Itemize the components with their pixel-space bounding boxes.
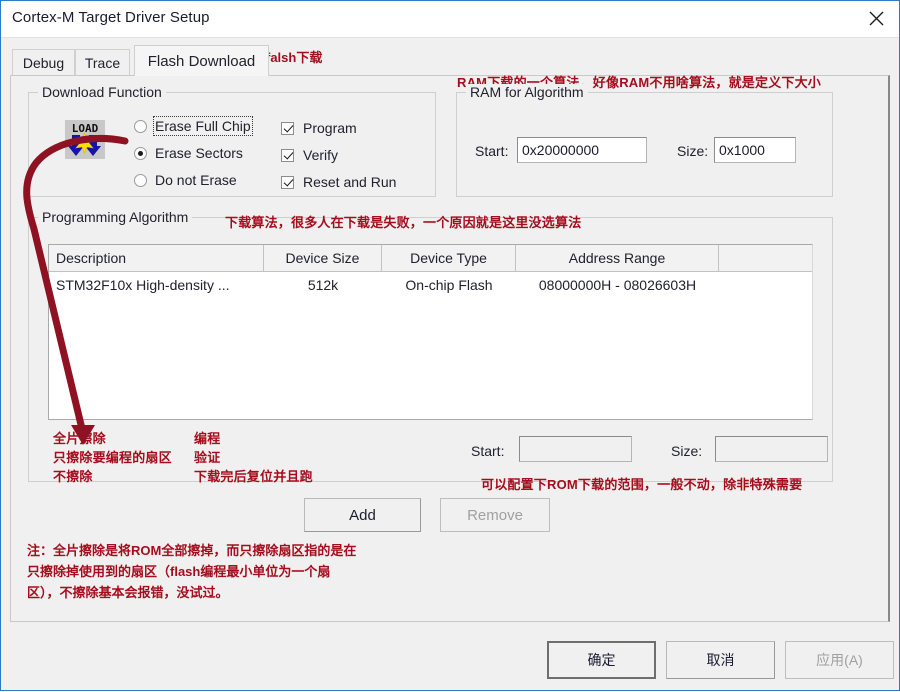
load-icon: LOAD: [61, 118, 109, 161]
svg-text:LOAD: LOAD: [72, 122, 99, 135]
cell-description: STM32F10x High-density ...: [56, 276, 230, 293]
radio-erase-full-chip-label: Erase Full Chip: [153, 116, 253, 136]
radio-erase-sectors[interactable]: Erase Sectors: [134, 145, 243, 161]
table-row[interactable]: STM32F10x High-density ... 512k On-chip …: [49, 272, 812, 297]
group-ram-for-algorithm-title: RAM for Algorithm: [466, 84, 588, 100]
ram-size-label: Size:: [677, 143, 709, 159]
annotation-note-line2: 只擦除掉使用到的扇区（flash编程最小单位为一个扇: [27, 564, 331, 579]
annotation-note-line1: 注：全片擦除是将ROM全部擦掉，而只擦除扇区指的是在: [27, 543, 357, 558]
algorithm-start-label: Start:: [471, 443, 505, 459]
ram-start-input[interactable]: 0x20000000: [517, 137, 647, 163]
annotation-reset-run: 下载完后复位并且跑: [194, 469, 313, 484]
radio-do-not-erase-label: Do not Erase: [155, 172, 237, 188]
window-title: Cortex-M Target Driver Setup: [12, 9, 210, 26]
ram-size-input[interactable]: 0x1000: [714, 137, 796, 163]
radio-erase-sectors-indicator: [134, 146, 147, 160]
cancel-button[interactable]: 取消: [666, 641, 775, 679]
ok-button[interactable]: 确定: [547, 641, 656, 679]
close-icon[interactable]: [853, 1, 899, 36]
apply-button-label: 应用(A): [816, 652, 863, 668]
column-header-device-size[interactable]: Device Size: [264, 245, 382, 271]
tab-flash-download[interactable]: Flash Download: [134, 45, 269, 76]
table-header-row: Description Device Size Device Type Addr…: [49, 245, 812, 272]
cell-address-range: 08000000H - 08026603H: [538, 276, 697, 293]
annotation-program: 编程: [194, 431, 221, 446]
tab-trace-label: Trace: [84, 54, 121, 71]
group-download-function-title: Download Function: [38, 84, 166, 100]
annotation-erase-sectors: 只擦除要编程的扇区: [53, 450, 172, 465]
checkbox-program-indicator: [281, 121, 294, 135]
column-header-address-range[interactable]: Address Range: [516, 245, 719, 271]
remove-button[interactable]: Remove: [440, 498, 550, 532]
annotation-note-line3: 区），不擦除基本会报错，没试过。: [27, 585, 229, 600]
checkbox-verify-label: Verify: [303, 147, 339, 163]
checkbox-reset-and-run-label: Reset and Run: [303, 174, 397, 190]
ram-start-label: Start:: [475, 143, 509, 159]
remove-button-label: Remove: [467, 506, 523, 524]
column-header-description[interactable]: Description: [49, 245, 264, 271]
annotation-programming-algorithm: 下载算法，很多人在下载是失败，一个原因就是这里没选算法: [225, 215, 582, 230]
add-button[interactable]: Add: [304, 498, 421, 532]
radio-erase-sectors-label: Erase Sectors: [155, 145, 243, 161]
column-header-device-type[interactable]: Device Type: [382, 245, 516, 271]
algorithm-size-label: Size:: [671, 443, 703, 459]
annotation-rom-range: 可以配置下ROM下载的范围，一般不动，除非特殊需要: [481, 477, 803, 492]
checkbox-reset-and-run-indicator: [281, 175, 294, 189]
add-button-label: Add: [349, 506, 376, 524]
annotation-verify: 验证: [194, 450, 221, 465]
algorithm-table[interactable]: Description Device Size Device Type Addr…: [48, 244, 813, 420]
tab-debug-label: Debug: [22, 54, 65, 71]
algorithm-size-input[interactable]: [715, 436, 828, 462]
checkbox-program-label: Program: [303, 120, 357, 136]
dialog-window: Cortex-M Target Driver Setup Debug Trace…: [0, 0, 900, 691]
annotation-no-erase: 不擦除: [53, 469, 93, 484]
annotation-tab: falsh下载: [266, 50, 323, 65]
annotation-note: 注：全片擦除是将ROM全部擦掉，而只擦除扇区指的是在 只擦除掉使用到的扇区（fl…: [27, 540, 467, 603]
apply-button[interactable]: 应用(A): [785, 641, 894, 679]
radio-erase-full-chip-indicator: [134, 119, 147, 133]
checkbox-verify[interactable]: Verify: [281, 147, 338, 163]
cell-device-type: On-chip Flash: [405, 276, 493, 293]
annotation-erase-full: 全片擦除: [53, 431, 106, 446]
checkbox-verify-indicator: [281, 148, 294, 162]
tab-flash-download-label: Flash Download: [147, 52, 256, 70]
checkbox-reset-and-run[interactable]: Reset and Run: [281, 174, 396, 190]
radio-do-not-erase[interactable]: Do not Erase: [134, 172, 237, 188]
cell-blank: [719, 272, 812, 297]
group-programming-algorithm-title: Programming Algorithm: [38, 209, 193, 225]
cancel-button-label: 取消: [706, 652, 735, 668]
tab-debug[interactable]: Debug: [12, 49, 75, 75]
cell-device-size: 512k: [307, 276, 339, 293]
tab-trace[interactable]: Trace: [75, 49, 130, 75]
title-bar: Cortex-M Target Driver Setup: [1, 1, 899, 38]
algorithm-start-input[interactable]: [519, 436, 632, 462]
radio-do-not-erase-indicator: [134, 173, 147, 187]
radio-erase-full-chip[interactable]: Erase Full Chip: [134, 116, 253, 136]
ok-button-label: 确定: [587, 652, 616, 668]
column-header-blank[interactable]: [719, 245, 812, 271]
checkbox-program[interactable]: Program: [281, 120, 357, 136]
